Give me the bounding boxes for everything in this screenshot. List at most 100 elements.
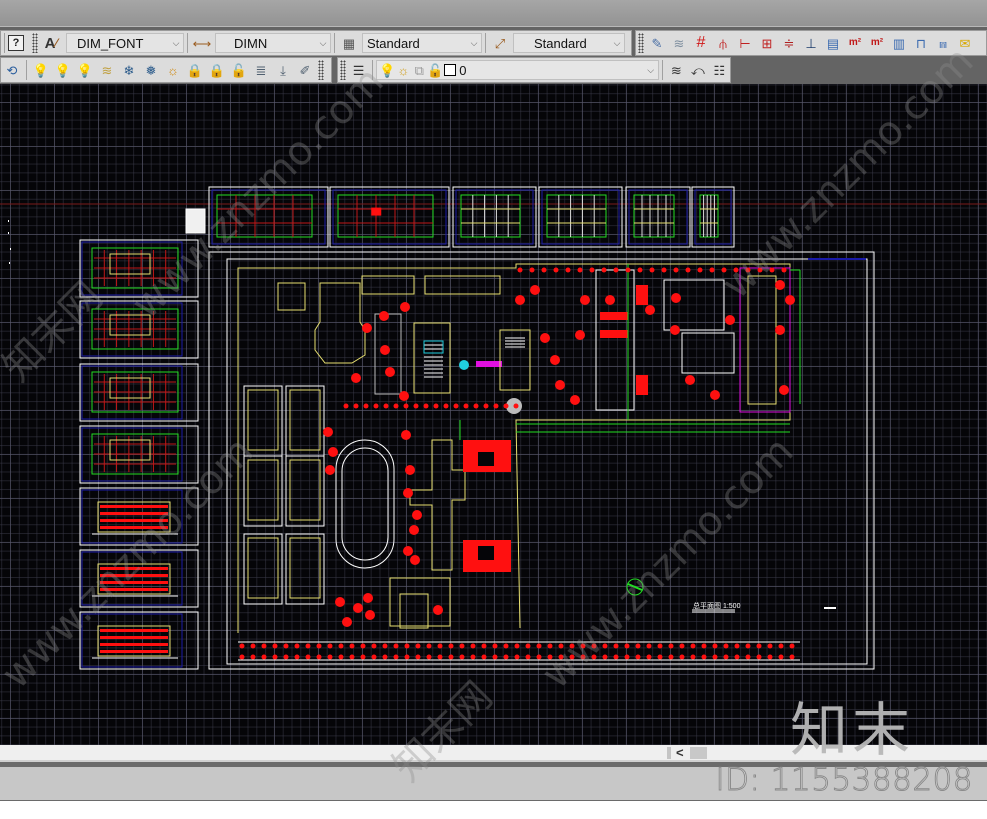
table-grid-icon[interactable]: ▤: [823, 33, 843, 53]
street-tree: [316, 654, 322, 660]
beam-icon[interactable]: ≑: [779, 33, 799, 53]
tree-row-dot: [513, 403, 519, 409]
tree: [555, 380, 565, 390]
drawing-canvas[interactable]: 总平面图 1:500: [0, 84, 987, 745]
layer-match-icon[interactable]: ≣: [251, 60, 271, 80]
lock-icon[interactable]: 🔒: [185, 60, 205, 80]
tree: [399, 391, 409, 401]
street-tree: [624, 654, 630, 660]
freeze-viewport-icon[interactable]: ❅: [141, 60, 161, 80]
architecture-toolbar: ✎ ≋ # ⫛ ⊢ ⊞ ≑ ⊥ ▤ m² m² ▥ ⊓ ⩎ ✉: [635, 30, 987, 56]
dormitory-block: [247, 459, 279, 521]
styles-toolbar: ? A ⁄ DIM_FONT ⌵ ⟷ DIMN ⌵ ▦ Standard ⌵ ⤢ …: [0, 30, 632, 56]
unlock-icon[interactable]: 🔓: [229, 60, 249, 80]
tree-row-dot: [413, 403, 419, 409]
multileader-style-combo[interactable]: Standard ⌵: [513, 33, 625, 53]
cyan-box: [423, 340, 444, 354]
sheet-frame-top: [208, 186, 329, 248]
toolbar-grip[interactable]: [340, 60, 346, 80]
column-bubble-icon[interactable]: ⫛: [713, 33, 733, 53]
street-tree: [272, 643, 278, 649]
layer-name-value: 0: [459, 62, 467, 78]
envelope-icon[interactable]: ✉: [955, 33, 975, 53]
dimension-style-icon[interactable]: ⟷: [192, 33, 212, 53]
street-tree: [327, 654, 333, 660]
layer-previous-state-icon[interactable]: ⤺: [688, 60, 707, 80]
bulb-viewport-icon[interactable]: 💡: [53, 60, 73, 80]
toolbar-grip[interactable]: [638, 33, 644, 53]
table-style-combo[interactable]: Standard ⌵: [362, 33, 482, 53]
unlock-icon[interactable]: 🔓: [427, 60, 443, 80]
street-tree: [767, 643, 773, 649]
street-tree: [415, 654, 421, 660]
area-table-m2-icon[interactable]: m²: [867, 33, 887, 53]
table-style-icon[interactable]: ▦: [339, 33, 359, 53]
cyan-fountain: [459, 360, 469, 370]
elevation-window-band: [100, 526, 168, 529]
door-icon[interactable]: ▥: [889, 33, 909, 53]
tree: [353, 603, 363, 613]
tree: [670, 325, 680, 335]
help-button[interactable]: ?: [8, 35, 24, 51]
layer-stack-icon[interactable]: ≋: [669, 33, 689, 53]
chevron-down-icon: ⌵: [470, 37, 478, 48]
street-tree: [459, 654, 465, 660]
north-arrow-needle: [627, 583, 643, 591]
layer-edit-icon[interactable]: ✐: [295, 60, 315, 80]
street-tree: [305, 643, 311, 649]
toolbar-grip[interactable]: [32, 33, 38, 53]
street-tree: [382, 643, 388, 649]
dormitory-path: [285, 533, 325, 605]
tree: [550, 355, 560, 365]
tree-row-dot: [503, 403, 509, 409]
street-tree: [283, 654, 289, 660]
tree: [405, 465, 415, 475]
bulb-on-icon[interactable]: 💡: [31, 60, 51, 80]
dimension-style-combo[interactable]: DIMN ⌵: [215, 33, 331, 53]
toolbar-grip[interactable]: [318, 60, 324, 80]
column-icon[interactable]: ⊞: [757, 33, 777, 53]
wall-icon[interactable]: ⊥: [801, 33, 821, 53]
axis-number-icon[interactable]: ⊢: [735, 33, 755, 53]
elevation-window-band: [100, 519, 168, 522]
viewport-icon[interactable]: ⧉: [412, 60, 426, 80]
cad-drawing: 总平面图 1:500: [0, 186, 987, 670]
street-tree: [613, 654, 619, 660]
text-style-icon[interactable]: A ⁄: [41, 33, 61, 53]
scroll-thumb[interactable]: [690, 747, 707, 759]
lock-fade-icon[interactable]: 🔒: [207, 60, 227, 80]
tree: [342, 617, 352, 627]
tree: [779, 385, 789, 395]
dormitory-block: [247, 537, 279, 599]
street-tree: [525, 654, 531, 660]
layer-states-icon[interactable]: ☷: [710, 60, 729, 80]
layer-properties-manager-icon[interactable]: ☰: [349, 60, 368, 80]
window-frame-icon[interactable]: ⊓: [911, 33, 931, 53]
canteen-building: [314, 282, 366, 364]
opening-icon[interactable]: ⩎: [933, 33, 953, 53]
make-current-layer-icon[interactable]: ≋: [667, 60, 686, 80]
street-tree: [690, 643, 696, 649]
tree-row-dot: [473, 403, 479, 409]
sheet-core: [109, 253, 151, 275]
text-style-combo[interactable]: DIM_FONT ⌵: [66, 33, 184, 53]
multileader-style-icon[interactable]: ⤢: [490, 33, 510, 53]
bulb-yellow-icon[interactable]: 💡: [75, 60, 95, 80]
layer-isolate-icon[interactable]: ≋: [97, 60, 117, 80]
sports-field: [747, 275, 777, 405]
tree: [605, 295, 615, 305]
grid-axis-icon[interactable]: #: [691, 33, 711, 53]
sheet-plan-outline: [216, 194, 313, 238]
layer-previous-icon[interactable]: ⟲: [2, 60, 22, 80]
freeze-icon[interactable]: ❄: [119, 60, 139, 80]
sun-thaw-icon[interactable]: ☼: [163, 60, 183, 80]
layer-combo[interactable]: 💡 ☼ ⧉ 🔓 0 ⌵: [376, 60, 659, 80]
area-m2-icon[interactable]: m²: [845, 33, 865, 53]
layer-merge-icon[interactable]: ⤓: [273, 60, 293, 80]
sheet-frame-top: [452, 186, 537, 248]
tree: [409, 525, 419, 535]
scroll-left-arrow-icon[interactable]: <: [676, 745, 684, 760]
sun-icon[interactable]: ☼: [396, 60, 410, 80]
bulb-on-icon[interactable]: 💡: [379, 60, 395, 80]
layer-properties-icon[interactable]: ✎: [647, 33, 667, 53]
